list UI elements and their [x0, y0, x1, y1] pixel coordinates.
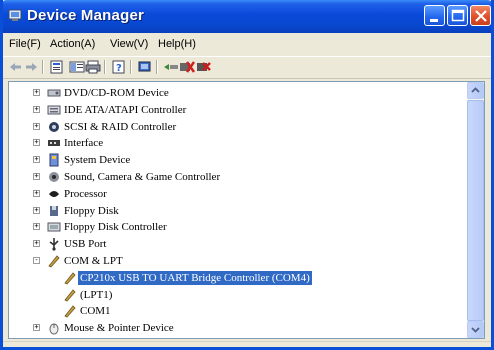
disable-icon[interactable] [196, 60, 212, 74]
expand-plus-icon[interactable]: + [33, 223, 40, 231]
system-device-icon [49, 153, 59, 167]
floppy-disk-icon [50, 205, 58, 216]
close-button[interactable] [470, 5, 491, 26]
tree-item-label[interactable]: COM & LPT [62, 254, 125, 268]
expand-plus-icon[interactable]: + [33, 89, 40, 96]
update-driver-icon[interactable] [163, 60, 179, 74]
uninstall-icon[interactable] [179, 60, 195, 74]
toolbar-separator [104, 60, 106, 74]
scan-hardware-icon[interactable] [137, 60, 153, 74]
tree-category-item[interactable]: + Processor [9, 186, 467, 203]
usb-icon [49, 238, 59, 251]
view-icon[interactable] [69, 60, 85, 74]
maximize-icon [451, 9, 465, 22]
tree-category-item[interactable]: + SCSI & RAID Controller [9, 119, 467, 136]
tree-category-item[interactable]: + Floppy Disk Controller [9, 219, 467, 236]
tree-category-item[interactable]: + DVD/CD-ROM Device [9, 85, 467, 102]
expand-plus-icon[interactable]: + [33, 122, 40, 130]
vertical-scrollbar[interactable] [467, 82, 484, 338]
tree-category-item[interactable]: + System Device [9, 152, 467, 169]
tree-category-item[interactable]: + IDE ATA/ATAPI Controller [9, 102, 467, 119]
tree-item-label[interactable]: Processor [62, 187, 109, 201]
scsi-controller-icon [49, 121, 59, 132]
properties-icon[interactable] [49, 60, 65, 74]
status-bar [3, 341, 491, 347]
forward-icon[interactable] [23, 60, 39, 74]
menu-file[interactable]: File(F) [9, 38, 41, 50]
expand-plus-icon[interactable]: + [33, 156, 40, 164]
collapse-minus-icon[interactable]: - [33, 257, 40, 264]
back-icon[interactable] [8, 60, 24, 74]
interface-icon [48, 140, 60, 147]
device-manager-icon [8, 9, 22, 21]
expand-plus-icon[interactable]: + [33, 240, 40, 248]
tree-category-item[interactable]: + Sound, Camera & Game Controller [9, 169, 467, 186]
floppy-controller-icon [47, 222, 61, 232]
tree-item-label[interactable]: CP210x USB TO UART Bridge Controller (CO… [77, 269, 313, 286]
scroll-up-button[interactable] [467, 82, 484, 99]
tree-item-label[interactable]: Mouse & Pointer Device [62, 321, 176, 335]
tree-item-label[interactable]: DVD/CD-ROM Device [62, 86, 171, 100]
tree-item-label[interactable]: SCSI & RAID Controller [62, 120, 178, 134]
expand-plus-icon[interactable]: + [33, 189, 40, 197]
close-icon [475, 10, 487, 22]
sound-icon [49, 172, 59, 182]
menu-view[interactable]: View(V) [110, 38, 148, 50]
tree-category-item[interactable]: + USB Port [9, 236, 467, 253]
tree-child-item[interactable]: CP210x USB TO UART Bridge Controller (CO… [9, 269, 467, 287]
tree-item-label[interactable]: COM1 [78, 304, 113, 318]
tree-item-label[interactable]: Floppy Disk Controller [62, 220, 169, 234]
minimize-button[interactable] [424, 5, 445, 26]
menu-bar: File(F) Action(A) View(V) Help(H) [3, 34, 491, 54]
tree-child-item[interactable]: COM1 [9, 303, 467, 320]
device-manager-window: Device Manager File(F) Action(A) View(V)… [0, 0, 494, 350]
tree-item-label[interactable]: (LPT1) [78, 288, 114, 302]
processor-icon [49, 190, 59, 197]
minimize-icon [430, 19, 438, 22]
tree-category-item[interactable]: + Interface [9, 135, 467, 152]
chevron-down-icon [471, 327, 480, 333]
tree-category-item[interactable]: + Floppy Disk [9, 203, 467, 220]
print-icon[interactable] [85, 60, 101, 74]
toolbar: ? [3, 56, 491, 79]
chevron-up-icon [471, 87, 480, 93]
help-icon[interactable]: ? [111, 60, 127, 74]
port-icon [48, 255, 60, 268]
tree-item-label[interactable]: Interface [62, 136, 105, 150]
port-icon [64, 305, 76, 318]
tree-item-label[interactable]: Sound, Camera & Game Controller [62, 170, 222, 184]
mouse-icon [49, 323, 59, 335]
title-bar[interactable]: Device Manager [3, 0, 491, 33]
tree-item-label[interactable]: USB Port [62, 237, 109, 251]
window-title: Device Manager [27, 7, 145, 24]
expand-plus-icon[interactable]: + [33, 105, 40, 113]
scroll-down-button[interactable] [467, 321, 484, 338]
ide-controller-icon [47, 105, 61, 115]
expand-plus-icon[interactable]: + [33, 206, 40, 214]
tree-child-item[interactable]: (LPT1) [9, 287, 467, 304]
expand-plus-icon[interactable]: + [33, 173, 40, 180]
expand-plus-icon[interactable]: + [33, 139, 40, 147]
toolbar-separator [42, 60, 44, 74]
tree-item-label[interactable]: Floppy Disk [62, 204, 121, 218]
tree-item-label[interactable]: System Device [62, 153, 132, 167]
dvd-drive-icon [47, 89, 61, 97]
toolbar-separator [156, 60, 158, 74]
menu-action[interactable]: Action(A) [50, 38, 95, 50]
scroll-thumb[interactable] [467, 100, 484, 321]
expand-plus-icon[interactable]: + [33, 324, 40, 332]
port-icon [64, 288, 76, 302]
maximize-button[interactable] [447, 5, 468, 26]
tree-item-label[interactable]: IDE ATA/ATAPI Controller [62, 103, 188, 117]
device-tree[interactable]: + DVD/CD-ROM Device + IDE ATA/ATAPI Control… [8, 81, 485, 339]
tree-category-item[interactable]: + Mouse & Pointer Device [9, 320, 467, 337]
menu-help[interactable]: Help(H) [158, 38, 196, 50]
svg-text:?: ? [116, 63, 122, 74]
toolbar-separator [130, 60, 132, 74]
tree-category-item[interactable]: - COM & LPT [9, 253, 467, 270]
port-icon [64, 272, 76, 285]
